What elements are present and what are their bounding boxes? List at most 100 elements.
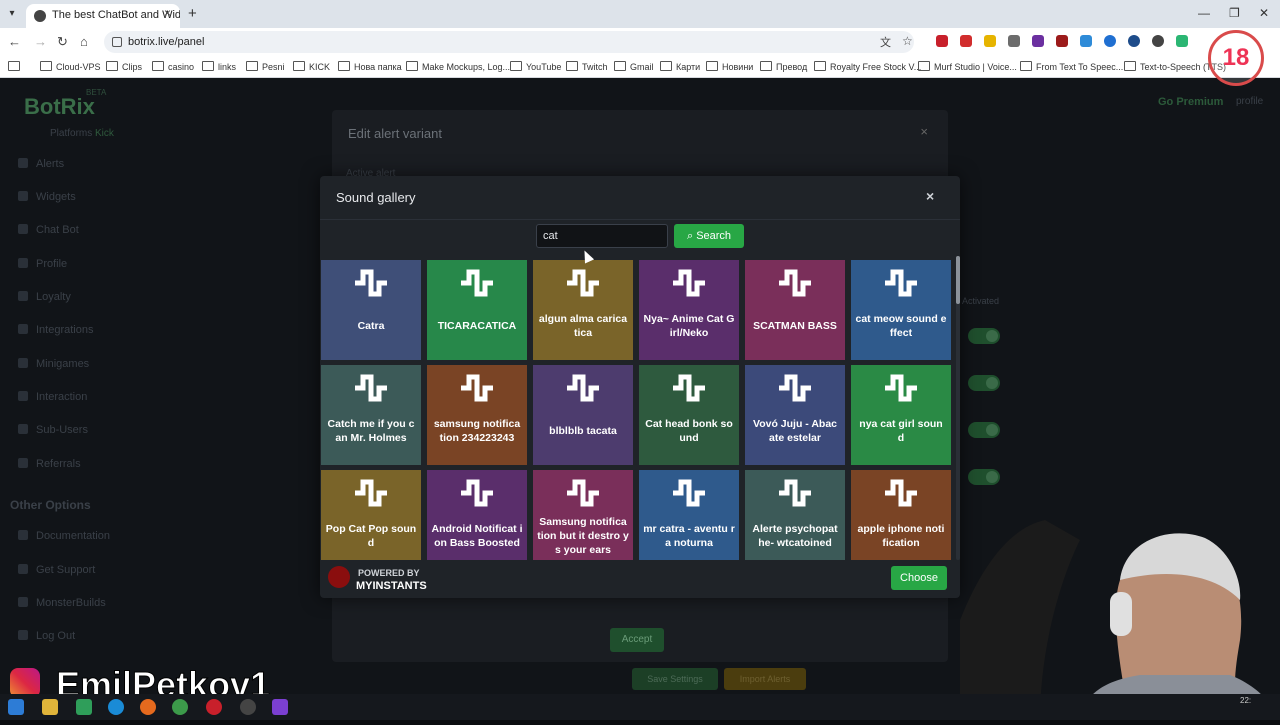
minimize-icon[interactable]: —: [1198, 6, 1210, 20]
back-icon[interactable]: ←: [8, 34, 21, 49]
sound-card[interactable]: algun alma carica tica: [533, 260, 633, 360]
sidebar-item-sub-users[interactable]: Sub-Users: [18, 424, 88, 436]
activated-toggle[interactable]: [968, 328, 1000, 344]
sidebar-item-profile[interactable]: Profile: [18, 258, 67, 270]
sound-card[interactable]: Android Notificat ion Bass Boosted: [427, 470, 527, 560]
sidebar-item-documentation[interactable]: Documentation: [18, 530, 110, 542]
sidebar-item-loyalty[interactable]: Loyalty: [18, 291, 71, 303]
chrome-icon[interactable]: [172, 699, 188, 715]
sound-card[interactable]: SCATMAN BASS: [745, 260, 845, 360]
bookmark-item[interactable]: Make Mockups, Log...: [406, 61, 510, 72]
activated-toggle[interactable]: [968, 422, 1000, 438]
close-window-icon[interactable]: ✕: [1259, 6, 1269, 20]
reload-icon[interactable]: ↻: [57, 34, 68, 50]
sidebar-item-widgets[interactable]: Widgets: [18, 191, 76, 203]
bookmark-item[interactable]: Превод: [760, 61, 807, 72]
sound-card[interactable]: samsung notifica tion 234223243: [427, 365, 527, 465]
bookmark-item[interactable]: Clips: [106, 61, 142, 72]
sidebar-item-interaction[interactable]: Interaction: [18, 391, 87, 403]
scrollbar-thumb[interactable]: [956, 256, 960, 304]
edge-icon[interactable]: [108, 699, 124, 715]
sidebar-item-integrations[interactable]: Integrations: [18, 324, 93, 336]
maximize-icon[interactable]: ❐: [1229, 6, 1240, 20]
extension-icon[interactable]: [1128, 35, 1140, 47]
firefox-icon[interactable]: [140, 699, 156, 715]
site-info-icon[interactable]: [112, 37, 122, 47]
extension-icon[interactable]: [984, 35, 996, 47]
home-icon[interactable]: ⌂: [80, 34, 88, 49]
save-settings-button[interactable]: Save Settings: [632, 668, 718, 690]
sound-card[interactable]: Samsung notifica tion but it destro ys y…: [533, 470, 633, 560]
sidebar-item-chat-bot[interactable]: Chat Bot: [18, 224, 79, 236]
bookmark-star-icon[interactable]: ☆: [902, 34, 913, 48]
bookmark-item[interactable]: Twitch: [566, 61, 608, 72]
bookmark-item[interactable]: KICK: [293, 61, 330, 72]
bookmark-item[interactable]: YouTube: [510, 61, 561, 72]
extension-icon[interactable]: [1104, 35, 1116, 47]
bookmark-item[interactable]: Royalty Free Stock V...: [814, 61, 921, 72]
sound-card[interactable]: Catra: [321, 260, 421, 360]
profile-link[interactable]: profile: [1236, 96, 1263, 107]
tab-search-icon[interactable]: ▾: [4, 6, 20, 22]
sidebar-item-monsterbuilds[interactable]: MonsterBuilds: [18, 597, 106, 609]
go-premium-link[interactable]: Go Premium: [1158, 96, 1223, 108]
extension-icon[interactable]: [1176, 35, 1188, 47]
bookmark-item[interactable]: Gmail: [614, 61, 654, 72]
extension-icon[interactable]: [1080, 35, 1092, 47]
sidebar-item-referrals[interactable]: Referrals: [18, 458, 81, 470]
extension-icon[interactable]: [1008, 35, 1020, 47]
tab-close-icon[interactable]: ×: [164, 6, 171, 20]
browser-tab[interactable]: The best ChatBot and Widgets: [26, 4, 180, 28]
taskbar-app-icon[interactable]: [272, 699, 288, 715]
sound-card[interactable]: Catch me if you c an Mr. Holmes: [321, 365, 421, 465]
extension-icon[interactable]: [960, 35, 972, 47]
choose-button[interactable]: Choose: [891, 566, 947, 590]
activated-toggle[interactable]: [968, 469, 1000, 485]
sound-card[interactable]: nya cat girl soun d: [851, 365, 951, 465]
close-icon[interactable]: ×: [926, 188, 934, 204]
opera-icon[interactable]: [206, 699, 222, 715]
activated-toggle[interactable]: [968, 375, 1000, 391]
sidebar-item-alerts[interactable]: Alerts: [18, 158, 64, 170]
search-button[interactable]: ⌕ Search: [674, 224, 744, 248]
sound-card[interactable]: TICARACATICA: [427, 260, 527, 360]
sound-card[interactable]: Cat head bonk so und: [639, 365, 739, 465]
bookmark-item[interactable]: casino: [152, 61, 194, 72]
sound-card[interactable]: Vovó Juju - Abac ate estelar: [745, 365, 845, 465]
apps-grid-icon[interactable]: [8, 61, 24, 72]
bookmark-item[interactable]: Pesni: [246, 61, 285, 72]
sound-card[interactable]: Pop Cat Pop soun d: [321, 470, 421, 560]
sound-card[interactable]: mr catra - aventu ra noturna: [639, 470, 739, 560]
close-icon[interactable]: ×: [920, 124, 928, 139]
sidebar-item-minigames[interactable]: Minigames: [18, 358, 89, 370]
bookmark-item[interactable]: Новини: [706, 61, 753, 72]
sound-card[interactable]: apple iphone noti fication: [851, 470, 951, 560]
bookmark-item[interactable]: links: [202, 61, 236, 72]
extension-icon[interactable]: [1152, 35, 1164, 47]
windows-start-icon[interactable]: [8, 699, 24, 715]
url-field[interactable]: botrix.live/panel: [104, 31, 914, 53]
bookmark-item[interactable]: Murf Studio | Voice...: [918, 61, 1017, 72]
new-tab-icon[interactable]: +: [188, 5, 197, 22]
sound-card[interactable]: blblblb tacata: [533, 365, 633, 465]
sound-card[interactable]: cat meow sound effect: [851, 260, 951, 360]
provider-name[interactable]: MYINSTANTS: [356, 580, 427, 592]
obs-icon[interactable]: [240, 699, 256, 715]
sound-search-input[interactable]: [536, 224, 668, 248]
sidebar-item-log-out[interactable]: Log Out: [18, 630, 75, 642]
bookmark-item[interactable]: From Text To Speec...: [1020, 61, 1123, 72]
sound-card[interactable]: Alerte psychopat he- wtcatoined: [745, 470, 845, 560]
extension-icon[interactable]: [936, 35, 948, 47]
translate-icon[interactable]: 文: [880, 34, 891, 50]
forward-icon[interactable]: →: [34, 34, 47, 49]
import-alerts-button[interactable]: Import Alerts: [724, 668, 806, 690]
taskbar-app-icon[interactable]: [76, 699, 92, 715]
file-explorer-icon[interactable]: [42, 699, 58, 715]
sidebar-item-get-support[interactable]: Get Support: [18, 564, 95, 576]
bookmark-item[interactable]: Карти: [660, 61, 700, 72]
sound-card[interactable]: Nya~ Anime Cat Girl/Neko: [639, 260, 739, 360]
bookmark-item[interactable]: Cloud-VPS: [40, 61, 101, 72]
extension-icon[interactable]: [1032, 35, 1044, 47]
accept-button[interactable]: Accept: [610, 628, 664, 652]
bookmark-item[interactable]: Нова папка: [338, 61, 402, 72]
